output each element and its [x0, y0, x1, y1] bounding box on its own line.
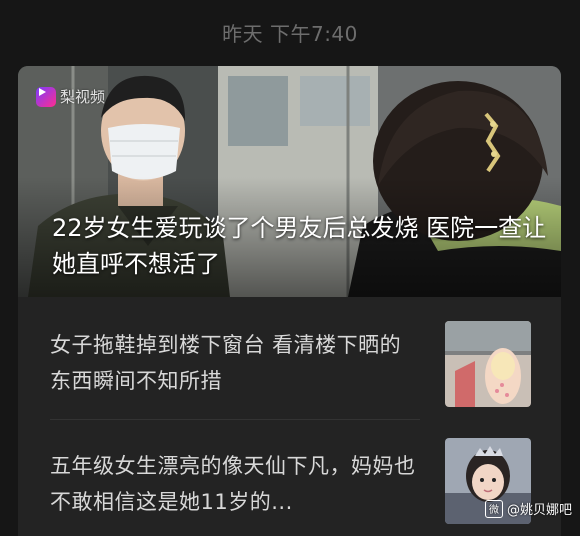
news-item-title: 女子拖鞋掉到楼下窗台 看清楼下晒的东西瞬间不知所措: [50, 327, 420, 399]
watermark-text: @姚贝娜吧: [507, 499, 572, 518]
news-item-title: 五年级女生漂亮的像天仙下凡，妈妈也不敢相信这是她11岁的...: [50, 448, 420, 520]
weibo-badge: 微: [485, 500, 503, 518]
headline-hero[interactable]: 梨视频 22岁女生爱玩谈了个男友后总发烧 医院一查让她直呼不想活了: [18, 66, 561, 297]
slipper-thumbnail: [445, 321, 531, 407]
news-list-item[interactable]: 女子拖鞋掉到楼下窗台 看清楼下晒的东西瞬间不知所措: [18, 297, 561, 419]
news-list-item[interactable]: 五年级女生漂亮的像天仙下凡，妈妈也不敢相信这是她11岁的...: [18, 420, 561, 536]
video-logo-icon: [36, 87, 56, 107]
message-timestamp: 昨天 下午7:40: [0, 18, 580, 47]
weibo-watermark: 微 @姚贝娜吧: [485, 499, 572, 518]
source-name: 梨视频: [60, 86, 105, 107]
source-logo: 梨视频: [36, 86, 105, 107]
headline-title: 22岁女生爱玩谈了个男友后总发烧 医院一查让她直呼不想活了: [52, 210, 552, 282]
news-card: 梨视频 22岁女生爱玩谈了个男友后总发烧 医院一查让她直呼不想活了 女子拖鞋掉到…: [18, 66, 561, 536]
